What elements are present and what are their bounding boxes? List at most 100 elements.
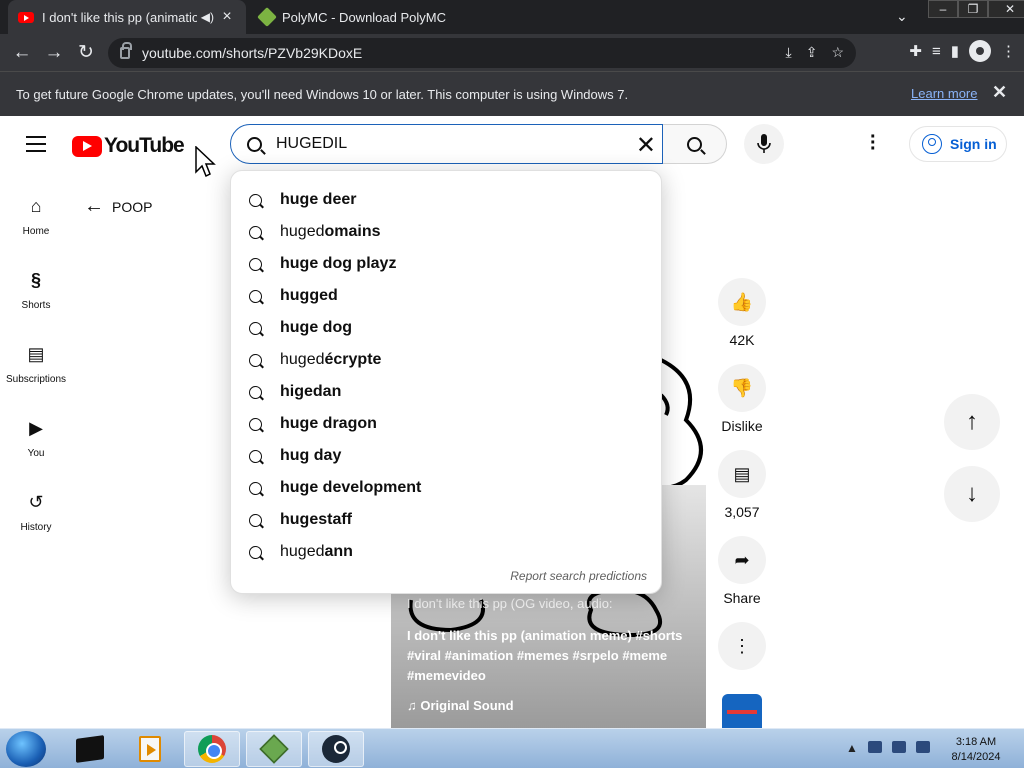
search-button[interactable] <box>663 124 727 164</box>
suggestion-item[interactable]: hugged <box>231 280 661 312</box>
next-short-button[interactable]: ↓ <box>944 466 1000 522</box>
tray-app-icon[interactable] <box>867 741 882 753</box>
search-query: HUGEDIL <box>276 135 348 152</box>
suggestion-item[interactable]: huge dragon <box>231 408 661 440</box>
reload-icon[interactable]: ↻ <box>70 37 102 69</box>
taskbar-clock[interactable]: 3:18 AM 8/14/2024 <box>946 735 1006 765</box>
system-tray: ▲ <box>846 741 930 755</box>
dislike-button[interactable]: 👎 <box>718 364 766 412</box>
guide-item-shorts[interactable]: § Shorts <box>0 268 72 312</box>
more-actions-button[interactable]: ⋮ <box>718 622 766 670</box>
suggestion-item[interactable]: huge dog <box>231 312 661 344</box>
youtube-logo[interactable]: YouTube <box>72 134 185 158</box>
channel-avatar[interactable] <box>722 694 762 730</box>
suggestion-item[interactable]: hugedécrypte <box>231 344 661 376</box>
menu-icon[interactable] <box>26 136 46 152</box>
learn-more-link[interactable]: Learn more <box>911 86 977 101</box>
taskbar-app-terminal[interactable] <box>62 731 118 767</box>
tab-youtube[interactable]: I don't like this pp (animatio ◀) × <box>8 0 246 34</box>
suggestion-item[interactable]: hug day <box>231 440 661 472</box>
taskbar-app-chrome[interactable] <box>184 731 240 767</box>
suggestion-item[interactable]: huge development <box>231 472 661 504</box>
suggestion-text: hug day <box>280 447 342 464</box>
tab-strip: I don't like this pp (animatio ◀) × Poly… <box>0 0 1024 34</box>
window-close-button[interactable]: ✕ <box>988 0 1024 18</box>
taskbar-app-steam[interactable] <box>308 731 364 767</box>
extensions-icon[interactable]: ✚ <box>909 42 922 60</box>
restore-button[interactable]: ❐ <box>958 0 988 18</box>
subscriptions-icon: ▤ <box>27 343 45 364</box>
volume-icon[interactable] <box>915 741 930 753</box>
suggestion-text: huge dragon <box>280 415 377 432</box>
share-button[interactable]: ➦ <box>718 536 766 584</box>
previous-short-button[interactable]: ↑ <box>944 394 1000 450</box>
voice-search-button[interactable] <box>744 124 784 164</box>
network-icon[interactable] <box>891 741 906 753</box>
comment-count: 3,057 <box>724 504 760 520</box>
guide-item-subscriptions[interactable]: ▤ Subscriptions <box>0 342 72 386</box>
share-icon[interactable]: ⇪ <box>806 44 818 61</box>
clock-date: 8/14/2024 <box>951 751 1001 763</box>
guide-label: History <box>20 522 52 533</box>
guide-item-home[interactable]: ⌂ Home <box>0 194 72 238</box>
chrome-icon <box>198 735 226 763</box>
microphone-icon <box>757 134 771 153</box>
original-sound-link[interactable]: ♫ Original Sound <box>407 698 514 713</box>
you-icon: ▶ <box>29 417 43 438</box>
terminal-app-icon <box>76 735 104 763</box>
short-description[interactable]: I don't like this pp (animation meme) #s… <box>407 626 692 686</box>
search-input[interactable]: HUGEDIL ✕ <box>230 124 663 164</box>
suggestion-item[interactable]: higedan <box>231 376 661 408</box>
speaker-icon[interactable]: ◀) <box>201 10 214 24</box>
install-icon[interactable]: ⤓ <box>786 44 792 61</box>
media-queue-icon[interactable]: ≡ <box>932 43 941 60</box>
tab-search-chevron-icon[interactable]: ⌄ <box>896 8 908 25</box>
polymc-icon <box>259 734 289 764</box>
taskbar-app-media[interactable] <box>122 731 178 767</box>
taskbar-app-polymc[interactable] <box>246 731 302 767</box>
search-icon <box>249 193 262 207</box>
settings-menu-icon[interactable]: · · · <box>870 127 877 159</box>
chrome-menu-icon[interactable]: ⋮ <box>1001 42 1016 60</box>
bookmark-star-icon[interactable]: ☆ <box>831 44 844 61</box>
suggestion-item[interactable]: huge deer <box>231 184 661 216</box>
report-predictions-link[interactable]: Report search predictions <box>510 569 647 583</box>
like-button[interactable]: 👍 <box>718 278 766 326</box>
tray-expand-icon[interactable]: ▲ <box>846 741 858 755</box>
side-panel-icon[interactable]: ▮ <box>951 42 959 60</box>
window-controls: – ❐ ✕ <box>928 0 1024 20</box>
youtube-favicon-icon <box>18 11 34 23</box>
dislike-label: Dislike <box>721 418 763 434</box>
search-icon <box>249 513 262 527</box>
back-button[interactable]: ← POOP <box>84 195 152 218</box>
minimize-button[interactable]: – <box>928 0 958 18</box>
arrow-down-icon: ↓ <box>966 480 978 507</box>
start-button[interactable] <box>6 731 46 767</box>
tab-polymc[interactable]: PolyMC - Download PolyMC <box>250 0 480 34</box>
suggestion-text: hugedann <box>280 543 353 560</box>
sign-in-button[interactable]: Sign in <box>909 126 1007 162</box>
suggestion-item[interactable]: hugestaff <box>231 504 661 536</box>
search-icon <box>249 225 262 239</box>
suggestion-item[interactable]: huge dog playz <box>231 248 661 280</box>
lock-icon[interactable] <box>120 42 132 59</box>
back-arrow-icon[interactable]: ← <box>6 37 38 69</box>
profile-avatar-icon[interactable] <box>969 40 991 62</box>
search-icon <box>247 136 262 152</box>
suggestion-item[interactable]: hugedann <box>231 536 661 568</box>
search-icon <box>249 321 262 335</box>
share-label: Share <box>723 590 761 606</box>
clear-search-icon[interactable]: ✕ <box>636 131 656 160</box>
comments-button[interactable]: ▤ <box>718 450 766 498</box>
search-icon <box>249 449 262 463</box>
guide-item-history[interactable]: ↺ History <box>0 490 72 534</box>
infobar-close-icon[interactable]: ✕ <box>992 82 1007 103</box>
like-count: 42K <box>729 332 755 348</box>
address-bar[interactable]: youtube.com/shorts/PZVb29KDoxE ⤓ ⇪ ☆ <box>108 38 856 68</box>
suggestion-item[interactable]: hugedomains <box>231 216 661 248</box>
close-tab-icon[interactable]: × <box>218 8 236 26</box>
suggestion-text: hugged <box>280 287 338 304</box>
youtube-wordmark: YouTube <box>104 134 185 157</box>
forward-arrow-icon[interactable]: → <box>38 37 70 69</box>
guide-item-you[interactable]: ▶ You <box>0 416 72 460</box>
